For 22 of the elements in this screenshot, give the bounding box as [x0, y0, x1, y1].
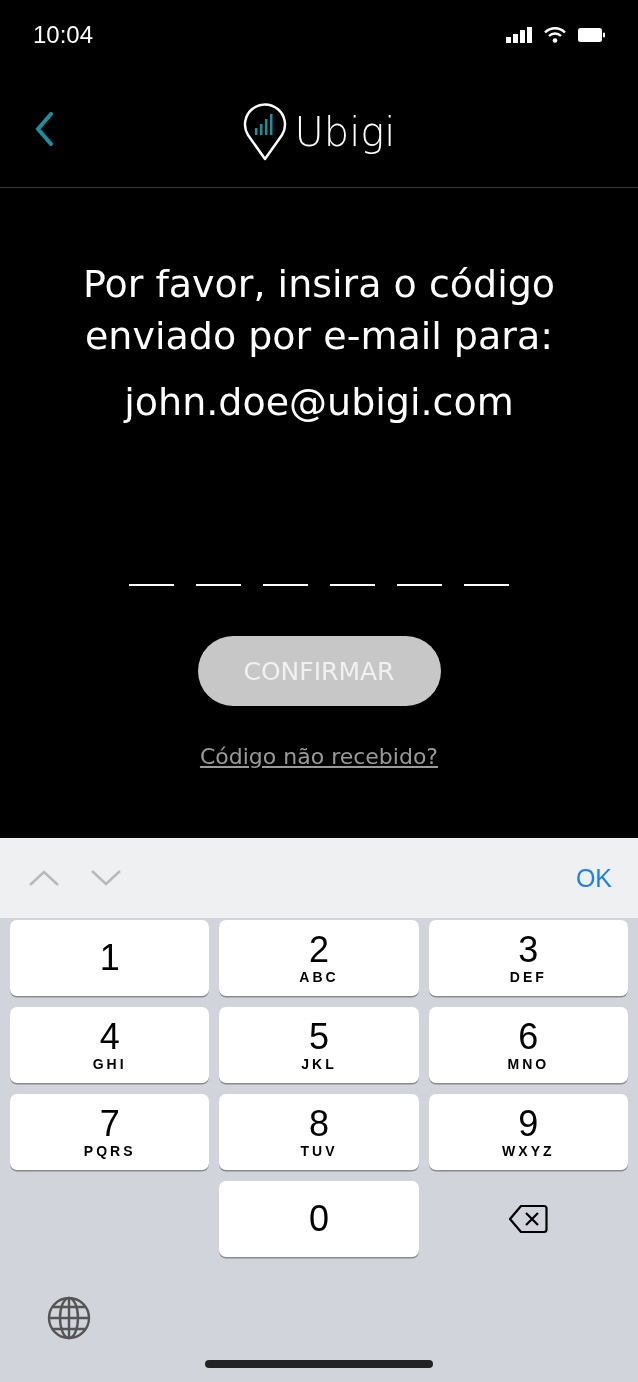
backspace-icon[interactable]: [508, 1204, 549, 1234]
location-pin-icon: [242, 102, 287, 161]
email-address: john.doe@ubigi.com: [124, 380, 514, 424]
keypad-key[interactable]: 5 JKL: [219, 1007, 419, 1083]
back-chevron-icon[interactable]: [34, 111, 54, 146]
keypad-key[interactable]: 6 MNO: [428, 1007, 628, 1083]
keypad-key[interactable]: 9 WXYZ: [428, 1094, 628, 1170]
keypad-key[interactable]: 1: [10, 920, 210, 996]
prompt-text: Por favor, insira o código enviado por e-mail para:: [82, 261, 556, 360]
wifi-icon: [544, 27, 566, 43]
signal-icon: [506, 27, 532, 43]
keypad-key[interactable]: 4 GHI: [10, 1007, 210, 1083]
status-time: 10:04: [33, 21, 94, 49]
brand-name: Ubigi: [294, 108, 396, 155]
battery-icon: [578, 28, 605, 42]
keypad-key[interactable]: 0: [219, 1181, 419, 1257]
globe-icon[interactable]: [47, 1296, 91, 1340]
keypad-key[interactable]: 2 ABC: [219, 920, 419, 996]
keypad-key[interactable]: 8 TUV: [219, 1094, 419, 1170]
keypad-key[interactable]: 3 DEF: [428, 920, 628, 996]
resend-code-link[interactable]: Código não recebido?: [199, 744, 439, 769]
keypad-key[interactable]: 7 PQRS: [10, 1094, 210, 1170]
